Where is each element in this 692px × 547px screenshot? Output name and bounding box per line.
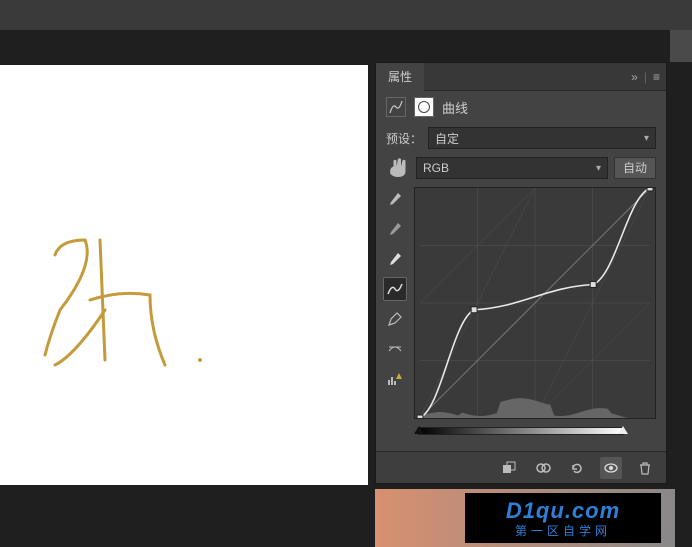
toggle-visibility-icon[interactable]: [600, 457, 622, 479]
layer-mask-icon[interactable]: [414, 97, 434, 117]
watermark-main: D1qu.com: [506, 498, 620, 524]
clip-to-layer-icon[interactable]: [498, 457, 520, 479]
reset-icon[interactable]: [566, 457, 588, 479]
preset-select[interactable]: 自定: [428, 127, 656, 149]
collapse-panel-icon[interactable]: »: [631, 70, 638, 84]
edit-points-icon[interactable]: [383, 277, 407, 301]
panel-header: 属性 » | ≡: [376, 63, 666, 91]
eyedropper-white-icon[interactable]: [383, 247, 407, 271]
curves-graph[interactable]: [414, 187, 656, 419]
delete-icon[interactable]: [634, 457, 656, 479]
adjustment-type-row: 曲线: [376, 91, 666, 123]
panel-tab-properties[interactable]: 属性: [376, 63, 424, 91]
panel-footer: [376, 451, 666, 483]
smooth-curve-icon[interactable]: [383, 337, 407, 361]
panel-menu-icon[interactable]: ≡: [653, 70, 660, 84]
preset-value: 自定: [435, 130, 459, 147]
divider: |: [644, 70, 647, 84]
preset-row: 预设： 自定: [376, 123, 666, 153]
black-point-handle[interactable]: [414, 426, 424, 434]
properties-panel: 属性 » | ≡ 曲线 预设： 自定 RGB 自动: [375, 62, 667, 484]
histogram-warning-icon[interactable]: [383, 367, 407, 391]
watermark-sub: 第一区自学网: [515, 522, 611, 539]
preset-label: 预设：: [386, 130, 422, 147]
channel-value: RGB: [423, 161, 449, 175]
watermark-box: D1qu.com 第一区自学网: [465, 493, 661, 543]
channel-row: RGB 自动: [376, 153, 666, 183]
draw-curve-pencil-icon[interactable]: [383, 307, 407, 331]
app-top-bar: [0, 0, 692, 30]
input-range-slider[interactable]: [418, 427, 624, 435]
canvas[interactable]: [0, 65, 368, 485]
collapsed-tab[interactable]: [670, 30, 692, 62]
adjustment-label: 曲线: [442, 98, 468, 117]
watermark-strip: D1qu.com 第一区自学网: [375, 489, 675, 547]
curves-tool-column: [382, 187, 408, 419]
channel-select[interactable]: RGB: [416, 157, 608, 179]
curves-body: [376, 183, 666, 423]
on-image-adjust-icon[interactable]: [386, 158, 410, 178]
view-previous-state-icon[interactable]: [532, 457, 554, 479]
auto-button[interactable]: 自动: [614, 157, 656, 179]
white-point-handle[interactable]: [618, 426, 628, 434]
eyedropper-black-icon[interactable]: [383, 187, 407, 211]
curves-adjustment-icon[interactable]: [386, 97, 406, 117]
eyedropper-gray-icon[interactable]: [383, 217, 407, 241]
